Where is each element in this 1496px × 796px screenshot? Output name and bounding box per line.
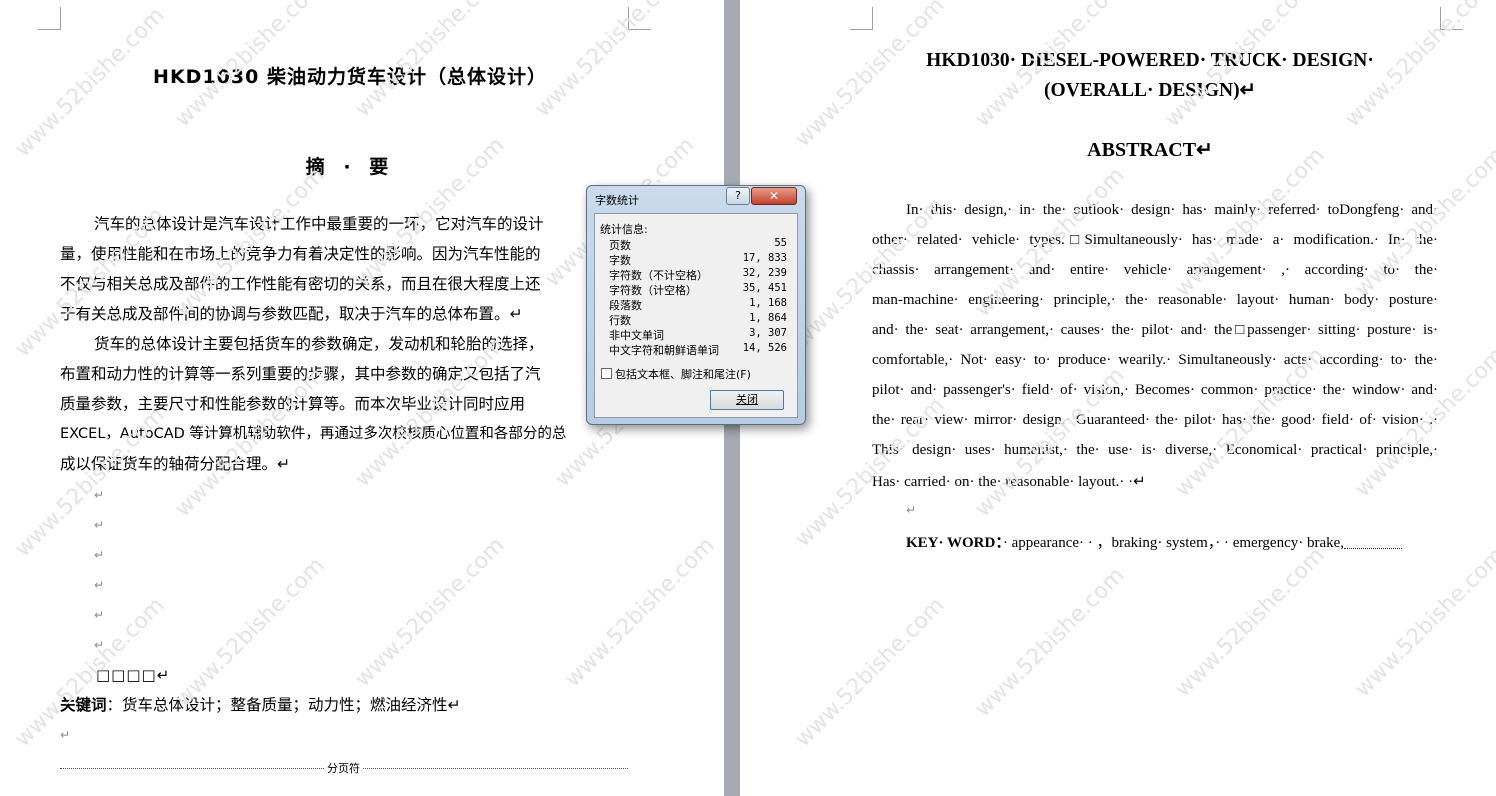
word-count-dialog[interactable]: 字数统计 ? ✕ 统计信息: 页数 55 字数 17, 833 字符数（不计空格） 3… (586, 185, 806, 425)
english-keywords: KEY· WORD：· appearance· · ，braking· syst… (906, 531, 1440, 552)
abstract-line: comfortable,· Not· easy· to· produce· we… (872, 352, 1438, 368)
dialog-body: 统计信息: 页数 55 字数 17, 833 字符数（不计空格） 32, 239 字符… (594, 213, 798, 418)
abstract-line: man-machine· engineering· principle,· th… (872, 292, 1438, 308)
stat-row-words: 字数 17, 833 (609, 252, 787, 267)
stat-label: 字符数（不计空格） (609, 269, 708, 282)
paragraph-mark: ↵ (94, 638, 105, 652)
stat-row-paragraphs: 段落数 1, 168 (609, 297, 787, 312)
stat-value: 14, 526 (742, 342, 787, 354)
english-title-line: (OVERALL· DESIGN)↵ (1044, 80, 1256, 101)
abstract-line: 汽车的总体设计是汽车设计工作中最重要的一环，它对汽车的设计 (94, 215, 544, 233)
crop-mark (1440, 7, 1463, 30)
chinese-title: HKD1030 柴油动力货车设计（总体设计） (153, 66, 547, 88)
english-abstract-heading: ABSTRACT↵ (1087, 139, 1213, 161)
stat-value: 17, 833 (742, 252, 787, 264)
stat-value: 1, 864 (749, 312, 787, 324)
english-title-line: HKD1030· DIESEL-POWERED· TRUCK· DESIGN· (926, 50, 1374, 71)
placeholder-boxes: □□□□↵ (96, 666, 171, 684)
abstract-line: EXCEL，AutoCAD 等计算机辅助软件，再通过多次校核质心位置和各部分的总 (60, 426, 567, 442)
abstract-line: 不仅与相关总成及部件的工作性能有密切的关系，而且在很大程度上还 (60, 275, 541, 293)
stat-value: 55 (774, 237, 787, 249)
crop-mark (628, 7, 651, 30)
keywords-label: 关键词 (60, 696, 107, 714)
close-x-button[interactable]: ✕ (751, 187, 797, 205)
dotted-leader (1344, 538, 1403, 550)
paragraph-mark: ↵ (94, 488, 105, 502)
stat-row-chinese-chars: 中文字符和朝鲜语单词 14, 526 (609, 342, 787, 357)
include-textbox-checkbox[interactable]: 包括文本框、脚注和尾注(F) (601, 366, 751, 382)
stat-row-lines: 行数 1, 864 (609, 312, 787, 327)
stat-label: 段落数 (609, 299, 642, 312)
abstract-line: 质量参数，主要尺寸和性能参数的计算等。而本次毕业设计同时应用 (60, 395, 526, 413)
abstract-line: and· the· seat· arrangement,· causes· th… (872, 322, 1438, 338)
stat-value: 35, 451 (742, 282, 787, 294)
abstract-line: chassis· arrangement· and· entire· vehic… (872, 262, 1438, 278)
abstract-line: the· rear· view· mirror· design,· Guaran… (872, 412, 1438, 428)
english-title: HKD1030· DIESEL-POWERED· TRUCK· DESIGN· … (850, 46, 1450, 106)
stat-row-non-chinese-words: 非中文单词 3, 307 (609, 327, 787, 342)
abstract-line: pilot· and· passenger's· field· of· visi… (872, 382, 1438, 398)
abstract-line: Has· carried· on· the· reasonable· layou… (872, 474, 1146, 490)
stat-label: 字符数（计空格） (609, 284, 697, 297)
stat-label: 中文字符和朝鲜语单词 (609, 344, 719, 357)
abstract-line: 货车的总体设计主要包括货车的参数确定，发动机和轮胎的选择， (94, 335, 544, 353)
close-button-label: 关闭 (736, 393, 758, 406)
chinese-keywords: 关键词：货车总体设计；整备质量；动力性；燃油经济性↵ (60, 693, 461, 715)
checkbox-label: 包括文本框、脚注和尾注(F) (615, 368, 751, 381)
stat-value: 32, 239 (742, 267, 787, 279)
chinese-abstract-heading: 摘 · 要 (305, 156, 395, 178)
stat-label: 字数 (609, 254, 631, 267)
stat-value: 1, 168 (749, 297, 787, 309)
dialog-title: 字数统计 (595, 194, 639, 207)
page-break-label: 分页符 (325, 760, 362, 776)
abstract-line: 布置和动力性的计算等一系列重要的步骤，其中参数的确定又包括了汽 (60, 365, 541, 383)
stat-row-pages: 页数 55 (609, 237, 787, 252)
keywords-text: ：货车总体设计；整备质量；动力性；燃油经济性↵ (106, 696, 461, 714)
abstract-line: 于有关总成及部件间的协调与参数匹配，取决于汽车的总体布置。↵ (60, 305, 523, 323)
stat-label: 行数 (609, 314, 631, 327)
stat-row-chars-no-space: 字符数（不计空格） 32, 239 (609, 267, 787, 282)
abstract-line: 量，使用性能和在市场上的竞争力有着决定性的影响。因为汽车性能的 (60, 245, 541, 263)
statistics-label: 统计信息: (600, 223, 648, 236)
abstract-line: In· this· design,· in· the· outlook· des… (906, 202, 1438, 218)
stat-label: 页数 (609, 239, 631, 252)
paragraph-mark: ↵ (906, 503, 917, 517)
abstract-line: 成以保证货车的轴荷分配合理。↵ (60, 455, 290, 473)
crop-mark (850, 7, 873, 30)
keywords-label: KEY· WORD： (906, 535, 1003, 551)
stat-value: 3, 307 (749, 327, 787, 339)
checkbox-box[interactable] (601, 368, 612, 379)
stat-row-chars-with-space: 字符数（计空格） 35, 451 (609, 282, 787, 297)
abstract-line: This· design· uses· humanist,· the· use·… (872, 442, 1438, 458)
close-button[interactable]: 关闭 (710, 390, 784, 410)
help-button[interactable]: ? (726, 187, 750, 205)
document-page-right[interactable]: HKD1030· DIESEL-POWERED· TRUCK· DESIGN· … (740, 0, 1496, 796)
paragraph-mark: ↵ (94, 518, 105, 532)
paragraph-mark: ↵ (94, 578, 105, 592)
paragraph-mark: ↵ (94, 548, 105, 562)
abstract-line: other· related· vehicle· types.□Simultan… (872, 232, 1438, 248)
stat-label: 非中文单词 (609, 329, 664, 342)
page-break: 分页符 (60, 760, 628, 776)
paragraph-mark: ↵ (60, 728, 71, 742)
paragraph-mark: ↵ (94, 608, 105, 622)
crop-mark (38, 7, 61, 30)
keywords-text: · appearance· · ，braking· system，· · eme… (1002, 535, 1345, 551)
